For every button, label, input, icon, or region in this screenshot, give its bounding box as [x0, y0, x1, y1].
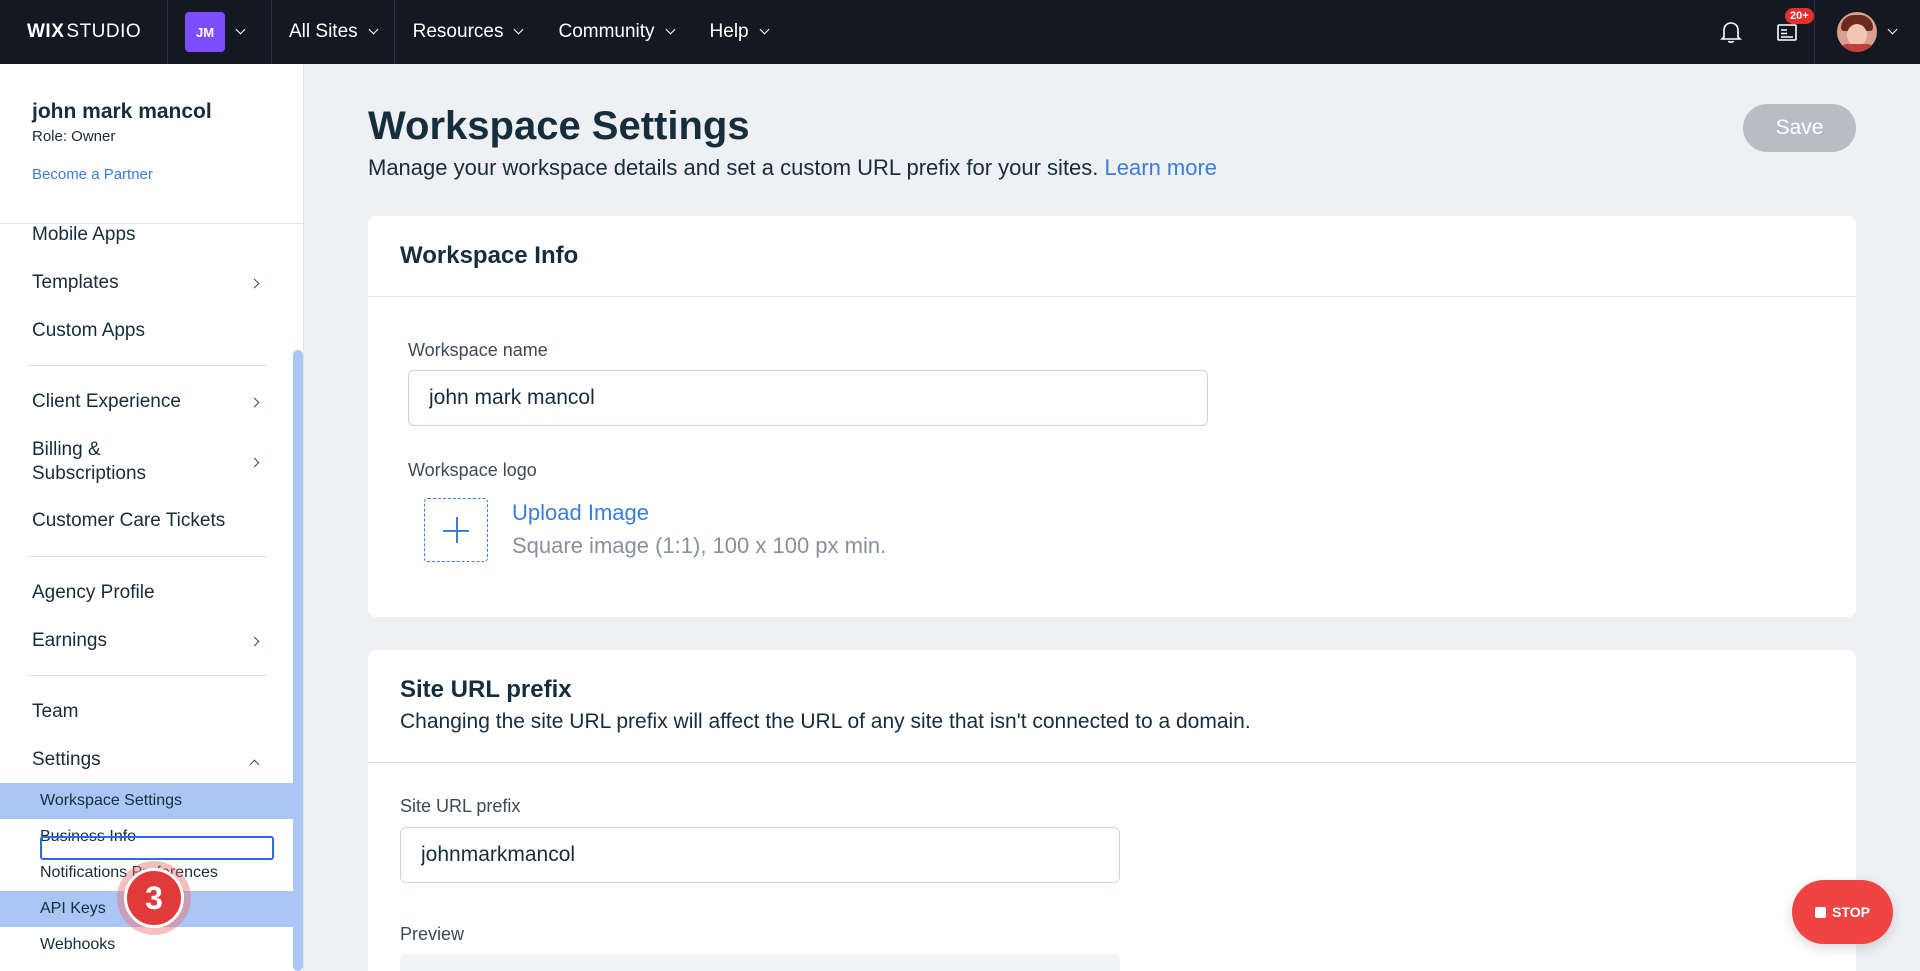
nav-resources[interactable]: Resources [395, 0, 541, 64]
chevron-right-icon [249, 457, 260, 468]
workspace-info-title: Workspace Info [400, 242, 579, 269]
chevron-down-icon [759, 24, 770, 35]
inbox-icon[interactable]: 20+ [1759, 0, 1815, 64]
url-preview-box [400, 954, 1120, 971]
chevron-up-icon [249, 759, 260, 770]
sidebar-item-earnings[interactable]: Earnings [32, 630, 107, 652]
chevron-right-icon [249, 278, 260, 289]
chevron-down-icon [665, 24, 675, 35]
sidebar-account-header: john mark mancol Role: Owner Become a Pa… [0, 64, 303, 224]
sidebar-item-billing[interactable]: Billing & Subscriptions [32, 438, 146, 486]
notification-count-badge: 20+ [1785, 8, 1814, 24]
top-bar-actions: 20+ [1703, 0, 1920, 64]
api-keys-focus-outline [40, 836, 274, 860]
card-divider [368, 762, 1856, 763]
chevron-right-icon [249, 397, 260, 408]
sidebar-scrollbar[interactable] [293, 350, 303, 971]
brand-wordmark-bold: WIX [27, 21, 65, 42]
sidebar-item-settings[interactable]: Settings [32, 749, 101, 771]
chevron-down-icon [368, 24, 379, 35]
become-partner-link[interactable]: Become a Partner [32, 166, 153, 183]
step-marker-number: 3 [124, 868, 184, 928]
workspace-info-card: Workspace Info Workspace name Workspace … [368, 216, 1856, 617]
workspace-logo-label: Workspace logo [408, 460, 537, 480]
chevron-down-icon[interactable] [1887, 24, 1898, 35]
workspace-switcher[interactable]: JM [168, 0, 272, 64]
user-avatar[interactable] [1837, 12, 1877, 52]
chevron-down-icon [514, 24, 524, 35]
sidebar-divider [27, 556, 267, 557]
sidebar-divider [27, 675, 267, 676]
sidebar-item-billing-line1: Billing & [32, 439, 101, 460]
sidebar-item-client-experience[interactable]: Client Experience [32, 391, 181, 413]
upload-image-hint: Square image (1:1), 100 x 100 px min. [512, 533, 887, 558]
site-url-prefix-label: Site URL prefix [400, 796, 521, 816]
save-button[interactable]: Save [1743, 104, 1856, 152]
nav-help[interactable]: Help [692, 0, 786, 64]
nav-community[interactable]: Community [540, 0, 691, 64]
site-url-prefix-description: Changing the site URL prefix will affect… [400, 710, 1251, 733]
sidebar-item-team[interactable]: Team [32, 701, 78, 723]
learn-more-link[interactable]: Learn more [1105, 155, 1218, 180]
sidebar-item-customer-care[interactable]: Customer Care Tickets [32, 510, 225, 532]
sidebar-item-custom-apps[interactable]: Custom Apps [32, 320, 145, 342]
account-role: Role: Owner [32, 128, 116, 145]
top-bar: WIX STUDIO JM All Sites Resources Communi… [0, 0, 1920, 64]
sidebar-item-mobile-apps[interactable]: Mobile Apps [32, 224, 136, 246]
workspace-name-label: Workspace name [408, 340, 548, 360]
nav-all-sites-label: All Sites [289, 21, 358, 42]
nav-resources-label: Resources [412, 21, 504, 42]
chevron-right-icon [249, 636, 260, 647]
preview-label: Preview [400, 924, 465, 944]
chevron-down-icon [235, 24, 246, 35]
upload-image-link[interactable]: Upload Image [512, 500, 649, 526]
card-divider [368, 296, 1856, 297]
step-marker: 3 [117, 861, 191, 935]
sidebar-item-templates[interactable]: Templates [32, 272, 119, 294]
sidebar-item-billing-line2: Subscriptions [32, 463, 147, 484]
sidebar-subitem-workspace-settings[interactable]: Workspace Settings [0, 783, 293, 819]
sidebar-item-agency-profile[interactable]: Agency Profile [32, 582, 155, 604]
site-url-prefix-title: Site URL prefix [400, 676, 572, 703]
page-subtitle: Manage your workspace details and set a … [368, 155, 1217, 181]
account-name: john mark mancol [32, 100, 212, 123]
stop-icon [1815, 906, 1827, 918]
nav-all-sites[interactable]: All Sites [272, 0, 395, 64]
site-url-prefix-card: Site URL prefix Changing the site URL pr… [368, 650, 1856, 971]
stop-button[interactable]: STOP [1792, 880, 1893, 944]
site-url-prefix-input[interactable] [400, 827, 1120, 883]
wix-studio-logo[interactable]: WIX STUDIO [0, 0, 168, 64]
upload-image-dropzone[interactable] [424, 498, 488, 562]
brand-wordmark-light: STUDIO [66, 21, 142, 42]
plus-icon-bar [443, 530, 469, 532]
workspace-name-input[interactable] [408, 370, 1208, 426]
notifications-bell-icon[interactable] [1703, 0, 1759, 64]
stop-label: STOP [1832, 904, 1870, 920]
nav-community-label: Community [558, 21, 655, 42]
nav-help-label: Help [709, 21, 749, 42]
page-title: Workspace Settings [368, 104, 750, 148]
sidebar-divider [27, 365, 267, 366]
sidebar: john mark mancol Role: Owner Become a Pa… [0, 64, 304, 971]
page-subtitle-text: Manage your workspace details and set a … [368, 155, 1099, 180]
workspace-avatar: JM [185, 12, 225, 52]
